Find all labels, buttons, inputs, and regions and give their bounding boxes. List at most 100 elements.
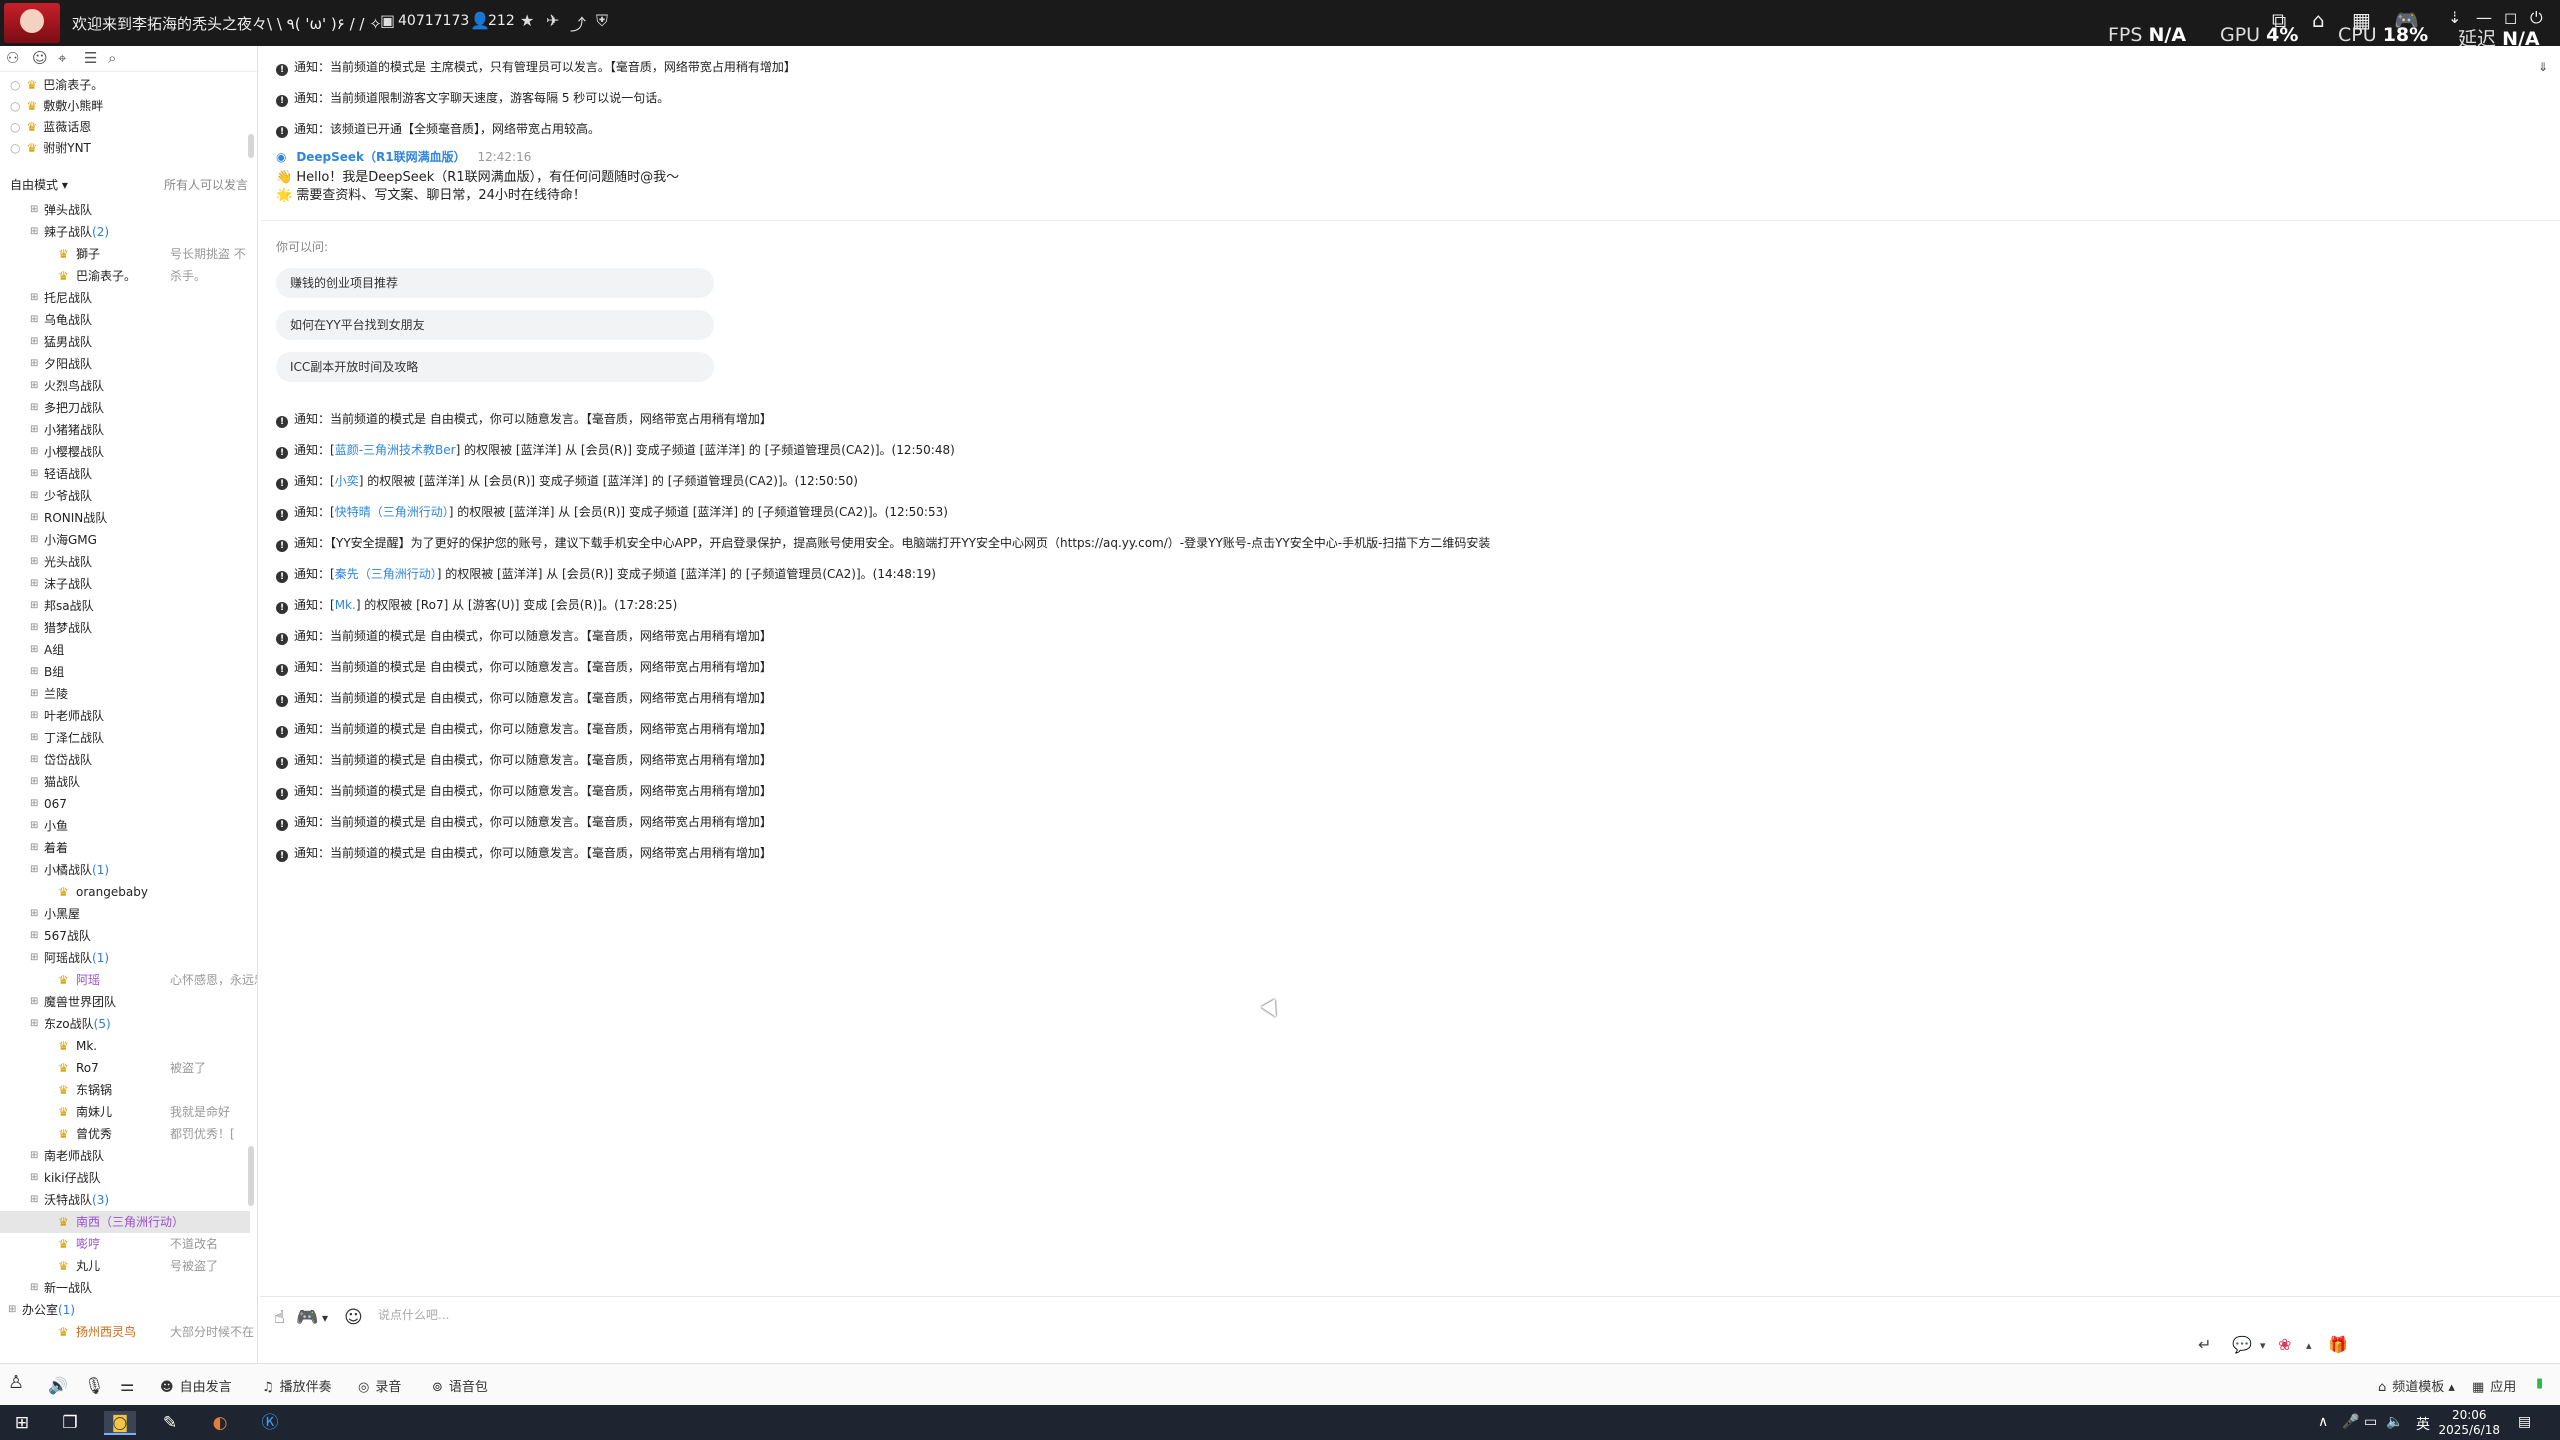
expand-icon[interactable]: ⊞ [30,485,38,507]
channel-item[interactable]: ⊞ 567战队 [0,925,250,947]
channel-item[interactable]: ⊞ 光头战队 [0,551,250,573]
expand-icon[interactable]: ⊞ [30,309,38,331]
gift-icon[interactable]: 🎁 [2328,1335,2348,1354]
user-item[interactable]: ♛ 巴渝表子。 杀手。 [0,265,250,287]
chevron-down-icon[interactable]: ▾ [2260,1339,2266,1352]
record-button[interactable]: ◎ 录音 [358,1376,401,1395]
template-button[interactable]: ⌂ 频道模板 ▴ [2378,1376,2455,1395]
expand-icon[interactable]: ⊞ [30,199,38,221]
user-item[interactable]: ♛ 东锅锅 [0,1079,250,1101]
channel-item[interactable]: ⊞ kiki仔战队 [0,1167,250,1189]
chevron-up-icon[interactable]: ▴ [2306,1339,2312,1352]
channel-item[interactable]: ⊞ 南老师战队 [0,1145,250,1167]
user-item[interactable]: ♛ 南妹儿 我就是命好 [0,1101,250,1123]
free-speak-button[interactable]: ☻ 自由发言 [160,1376,232,1395]
user-item[interactable]: ♛ 扬州西灵鸟 大部分时候不在 [0,1321,254,1343]
equalizer-icon[interactable]: ⚌ [120,1376,134,1395]
user-item[interactable]: ♛ orangebaby [0,881,250,903]
gamepad-icon[interactable]: 🎮 [2394,8,2419,32]
channel-item[interactable]: ⊞ 小黑屋 [0,903,250,925]
expand-icon[interactable]: ⊞ [30,683,38,705]
voice-pack-button[interactable]: ⊚ 语音包 [432,1376,488,1395]
user-link[interactable]: 秦先（三角洲行动） [335,567,437,581]
ime-indicator[interactable]: 英 [2416,1414,2430,1434]
expand-icon[interactable]: ⊞ [30,815,38,837]
expand-icon[interactable]: ⊞ [30,1277,38,1299]
expand-icon[interactable]: ⊞ [30,793,38,815]
k-app-icon[interactable]: Ⓚ [254,1411,286,1435]
channel-item[interactable]: ⊞ 丁泽仁战队 [0,727,250,749]
user-link[interactable]: 快特晴（三角洲行动） [335,505,449,519]
expand-icon[interactable]: ⊞ [30,419,38,441]
channel-item[interactable]: ⊞ 东zo战队(5) [0,1013,250,1035]
expand-icon[interactable]: ⊞ [30,1145,38,1167]
suggestion-chip[interactable]: ICC副本开放时间及攻略 [276,352,714,382]
emoji-icon[interactable]: ☺ [344,1307,363,1328]
mode-dropdown[interactable]: 自由模式 ▾ [10,176,68,193]
suggestion-chip[interactable]: 如何在YY平台找到女朋友 [276,310,714,340]
channel-item[interactable]: ⊞ 067 [0,793,250,815]
channel-item[interactable]: ⊞ 少爷战队 [0,485,250,507]
channel-item[interactable]: ⊞ 托尼战队 [0,287,250,309]
expand-icon[interactable]: ⊞ [30,661,38,683]
task-view-icon[interactable]: ❐ [54,1411,86,1435]
channel-item[interactable]: ⊞ 新一战队 [0,1277,250,1299]
expand-icon[interactable]: ⊞ [30,749,38,771]
expand-icon[interactable]: ⊞ [30,529,38,551]
notification-icon[interactable]: ▤ [2518,1414,2531,1430]
favorite-item[interactable]: ○ ♛ 驸驸YNT [0,139,248,160]
expand-icon[interactable]: ⊞ [30,595,38,617]
user-link[interactable]: 蓝颜-三角洲技术教Ber [335,443,456,457]
channel-item[interactable]: ⊞ 岱岱战队 [0,749,250,771]
favorite-item[interactable]: ○ ♛ 敷敷小熊畔 [0,97,248,118]
plane-icon[interactable]: ✈ [546,11,559,30]
emoji-hand-icon[interactable]: ☝ [274,1307,285,1328]
channel-item[interactable]: ⊞ 轻语战队 [0,463,250,485]
favorite-item[interactable]: ○ ♛ 蓝薇话恩 [0,118,248,139]
expand-icon[interactable]: ⊞ [30,397,38,419]
bubble-icon[interactable]: 💬 [2232,1335,2252,1354]
grid-icon[interactable]: ▦ [2352,8,2371,32]
rose-icon[interactable]: ❀ [2278,1335,2291,1354]
list-icon[interactable]: ☰ [84,49,97,67]
chat-icon[interactable]: ☺ [32,49,48,67]
browser-app-icon[interactable]: ◐ [204,1411,236,1435]
expand-icon[interactable]: ⊞ [30,859,38,881]
maximize-icon[interactable]: ◻ [2504,8,2517,27]
shield-icon[interactable]: ⛨ [596,11,608,31]
channel-item[interactable]: ⊞ 猛男战队 [0,331,250,353]
speaker-icon[interactable]: 🔊 [48,1376,68,1395]
expand-icon[interactable]: ⊞ [30,221,38,243]
channel-item[interactable]: ⊞ 小橘战队(1) [0,859,250,881]
user-icon[interactable]: ⚇ [6,49,19,67]
accompany-button[interactable]: ♫ 播放伴奏 [262,1376,332,1395]
expand-icon[interactable]: ⊞ [30,551,38,573]
channel-item[interactable]: ⊞ 辣子战队(2) [0,221,250,243]
channel-item[interactable]: ⊞ 沃特战队(3) [0,1189,250,1211]
expand-icon[interactable]: ⊞ [30,1189,38,1211]
channel-item[interactable]: ⊞ A组 [0,639,250,661]
network-icon[interactable]: ▭ [2364,1414,2377,1430]
expand-icon[interactable]: ⊞ [30,705,38,727]
tree-scrollbar[interactable] [248,1146,254,1206]
share-icon[interactable]: ⤴ [570,11,586,35]
user-item[interactable]: ♛ 阿瑶 心怀感恩，永远忠诚 [0,969,257,991]
channel-item[interactable]: ⊞ 小鱼 [0,815,250,837]
channel-item[interactable]: ⊞ 猫战队 [0,771,250,793]
yy-app-icon[interactable]: ◙ [104,1411,136,1435]
channel-item[interactable]: ⊞ 猎梦战队 [0,617,250,639]
expand-icon[interactable]: ⊞ [30,507,38,529]
home-icon[interactable]: ⌂ [2312,8,2325,32]
channel-item[interactable]: ⊞ 叶老师战队 [0,705,250,727]
channel-item[interactable]: ⊞ RONIN战队 [0,507,250,529]
expand-icon[interactable]: ⊞ [30,1167,38,1189]
expand-icon[interactable]: ⊞ [30,617,38,639]
channel-item[interactable]: ⊞ 魔兽世界团队 [0,991,250,1013]
user-item[interactable]: ♛ Mk. [0,1035,250,1057]
expand-icon[interactable]: ⊞ [30,287,38,309]
expand-icon[interactable]: ⊞ [30,925,38,947]
user-item[interactable]: ♛ 南西（三角洲行动） [0,1211,250,1233]
star-icon[interactable]: ★ [520,11,534,30]
expand-icon[interactable]: ⊞ [30,837,38,859]
apps-button[interactable]: ▦ 应用 [2472,1376,2516,1395]
